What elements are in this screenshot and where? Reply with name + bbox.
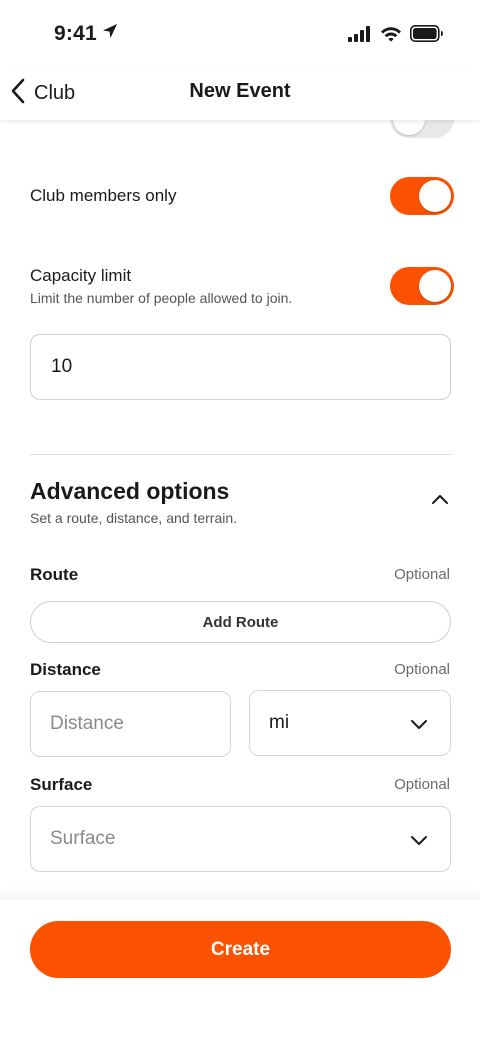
create-button[interactable]: Create (30, 921, 451, 978)
members-only-toggle[interactable] (390, 177, 454, 215)
status-bar: 9:41 (0, 0, 480, 66)
section-divider (30, 454, 451, 455)
surface-placeholder: Surface (50, 828, 116, 849)
toggle-knob (419, 180, 451, 212)
wifi-icon (380, 26, 402, 47)
chevron-up-icon[interactable] (430, 492, 450, 511)
distance-optional: Optional (394, 661, 450, 678)
distance-input[interactable]: Distance (30, 691, 231, 757)
nav-bar: Club New Event (0, 66, 480, 120)
add-route-button[interactable]: Add Route (30, 601, 451, 643)
chevron-down-icon (410, 831, 428, 853)
advanced-options-title: Advanced options (30, 478, 230, 504)
status-icons (348, 25, 444, 47)
capacity-limit-description: Limit the number of people allowed to jo… (30, 290, 293, 306)
location-arrow-icon (101, 22, 119, 46)
toggle-knob (393, 120, 425, 135)
toggle-knob (419, 270, 451, 302)
capacity-value: 10 (51, 356, 73, 377)
capacity-input[interactable]: 10 (30, 334, 451, 400)
add-route-label: Add Route (202, 613, 279, 631)
surface-label: Surface (30, 775, 93, 794)
create-label: Create (210, 938, 271, 960)
cellular-signal-icon (348, 25, 372, 47)
distance-label: Distance (30, 660, 101, 679)
surface-optional: Optional (394, 776, 450, 793)
chevron-down-icon (410, 715, 428, 737)
distance-unit-select[interactable]: mi (249, 690, 451, 756)
status-time: 9:41 (54, 22, 119, 46)
distance-unit-value: mi (269, 712, 290, 733)
status-time-text: 9:41 (54, 22, 97, 45)
form-content[interactable]: Club members only Capacity limit Limit t… (0, 120, 480, 900)
page-title: New Event (189, 80, 291, 102)
route-optional: Optional (394, 566, 450, 583)
advanced-options-subtitle: Set a route, distance, and terrain. (30, 510, 238, 526)
route-label: Route (30, 565, 79, 584)
previous-setting-toggle[interactable] (390, 120, 454, 138)
distance-placeholder: Distance (50, 713, 124, 734)
battery-icon (410, 25, 444, 47)
surface-select[interactable]: Surface (30, 806, 451, 872)
capacity-limit-toggle[interactable] (390, 267, 454, 305)
members-only-label: Club members only (30, 186, 177, 205)
footer: Create (0, 900, 480, 1040)
capacity-limit-label: Capacity limit (30, 266, 132, 285)
